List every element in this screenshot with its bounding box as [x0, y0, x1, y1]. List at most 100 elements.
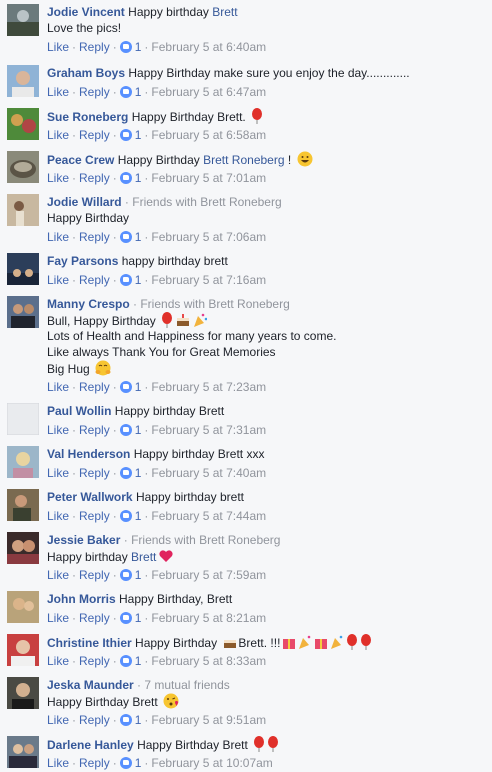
mention-link[interactable]: Brett [212, 5, 237, 19]
author-name[interactable]: Fay Parsons [47, 254, 118, 268]
avatar[interactable] [7, 296, 39, 328]
timestamp[interactable]: February 5 at 7:16am [151, 273, 266, 287]
thumbs-up-icon[interactable] [119, 714, 132, 726]
avatar[interactable] [7, 403, 39, 435]
author-name[interactable]: Jessie Baker [47, 533, 120, 547]
thumbs-up-icon[interactable] [119, 655, 132, 667]
like-button[interactable]: Like [47, 171, 69, 185]
author-name[interactable]: Manny Crespo [47, 297, 130, 311]
timestamp[interactable]: February 5 at 7:31am [151, 423, 266, 437]
reply-button[interactable]: Reply [79, 713, 110, 727]
separator: · [144, 611, 149, 625]
timestamp[interactable]: February 5 at 7:23am [151, 380, 266, 394]
reply-button[interactable]: Reply [79, 509, 110, 523]
reply-button[interactable]: Reply [79, 40, 110, 54]
thumbs-up-icon[interactable] [119, 510, 132, 522]
avatar[interactable] [7, 253, 39, 285]
author-name[interactable]: John Morris [47, 592, 116, 606]
like-button[interactable]: Like [47, 85, 69, 99]
thumbs-up-icon[interactable] [119, 172, 132, 184]
author-name[interactable]: Jodie Willard [47, 195, 122, 209]
avatar[interactable] [7, 108, 39, 140]
comment-text: ! [284, 153, 295, 167]
timestamp[interactable]: February 5 at 10:07am [151, 756, 272, 770]
avatar[interactable] [7, 446, 39, 478]
avatar[interactable] [7, 591, 39, 623]
like-button[interactable]: Like [47, 509, 69, 523]
like-button[interactable]: Like [47, 423, 69, 437]
like-button[interactable]: Like [47, 40, 69, 54]
timestamp[interactable]: February 5 at 7:44am [151, 509, 266, 523]
avatar[interactable] [7, 634, 39, 666]
like-button[interactable]: Like [47, 654, 69, 668]
mention-link[interactable]: Brett Roneberg [203, 153, 284, 167]
thumbs-up-icon[interactable] [119, 757, 132, 769]
thumbs-up-icon[interactable] [119, 467, 132, 479]
avatar[interactable] [7, 194, 39, 226]
reply-button[interactable]: Reply [79, 654, 110, 668]
timestamp[interactable]: February 5 at 7:40am [151, 466, 266, 480]
timestamp[interactable]: February 5 at 8:21am [151, 611, 266, 625]
timestamp[interactable]: February 5 at 7:01am [151, 171, 266, 185]
thumbs-up-icon[interactable] [119, 381, 132, 393]
reply-button[interactable]: Reply [79, 230, 110, 244]
balloon-emoji [251, 108, 263, 128]
avatar[interactable] [7, 489, 39, 521]
author-name[interactable]: Christine Ithier [47, 636, 132, 650]
like-button[interactable]: Like [47, 756, 69, 770]
author-name[interactable]: Peter Wallwork [47, 490, 133, 504]
author-name[interactable]: Jodie Vincent [47, 5, 125, 19]
timestamp[interactable]: February 5 at 6:47am [151, 85, 266, 99]
author-name[interactable]: Jeska Maunder [47, 678, 134, 692]
author-name[interactable]: Paul Wollin [47, 404, 111, 418]
reply-button[interactable]: Reply [79, 466, 110, 480]
like-button[interactable]: Like [47, 230, 69, 244]
mention-link[interactable]: Brett [131, 550, 156, 564]
thumbs-up-icon[interactable] [119, 274, 132, 286]
timestamp[interactable]: February 5 at 6:58am [151, 128, 266, 142]
avatar[interactable] [7, 4, 39, 36]
reply-button[interactable]: Reply [79, 128, 110, 142]
author-name[interactable]: Peace Crew [47, 153, 114, 167]
like-button[interactable]: Like [47, 466, 69, 480]
reply-button[interactable]: Reply [79, 85, 110, 99]
avatar[interactable] [7, 65, 39, 97]
comment-text: Happy Birthday Brett [137, 738, 252, 752]
reply-button[interactable]: Reply [79, 423, 110, 437]
author-name[interactable]: Val Henderson [47, 447, 130, 461]
author-name[interactable]: Darlene Hanley [47, 738, 134, 752]
avatar[interactable] [7, 532, 39, 564]
timestamp[interactable]: February 5 at 7:06am [151, 230, 266, 244]
reply-button[interactable]: Reply [79, 568, 110, 582]
avatar[interactable] [7, 151, 39, 183]
thumbs-up-icon[interactable] [119, 612, 132, 624]
timestamp[interactable]: February 5 at 8:33am [151, 654, 266, 668]
separator: · [112, 756, 117, 770]
thumbs-up-icon[interactable] [119, 41, 132, 53]
reply-button[interactable]: Reply [79, 611, 110, 625]
timestamp[interactable]: February 5 at 6:40am [151, 40, 266, 54]
thumbs-up-icon[interactable] [119, 424, 132, 436]
reply-button[interactable]: Reply [79, 171, 110, 185]
timestamp[interactable]: February 5 at 7:59am [151, 568, 266, 582]
thumbs-up-icon[interactable] [119, 231, 132, 243]
author-name[interactable]: Graham Boys [47, 66, 125, 80]
thumbs-up-icon[interactable] [119, 129, 132, 141]
reply-button[interactable]: Reply [79, 273, 110, 287]
reply-button[interactable]: Reply [79, 380, 110, 394]
like-button[interactable]: Like [47, 611, 69, 625]
like-button[interactable]: Like [47, 380, 69, 394]
thumbs-up-icon[interactable] [119, 86, 132, 98]
reply-button[interactable]: Reply [79, 756, 110, 770]
author-name[interactable]: Sue Roneberg [47, 110, 128, 124]
timestamp[interactable]: February 5 at 9:51am [151, 713, 266, 727]
comment-text: Happy Birthday Brett. [131, 110, 250, 124]
like-button[interactable]: Like [47, 713, 69, 727]
separator: · [144, 380, 149, 394]
avatar[interactable] [7, 736, 39, 768]
like-button[interactable]: Like [47, 568, 69, 582]
avatar[interactable] [7, 677, 39, 709]
like-button[interactable]: Like [47, 128, 69, 142]
like-button[interactable]: Like [47, 273, 69, 287]
thumbs-up-icon[interactable] [119, 569, 132, 581]
